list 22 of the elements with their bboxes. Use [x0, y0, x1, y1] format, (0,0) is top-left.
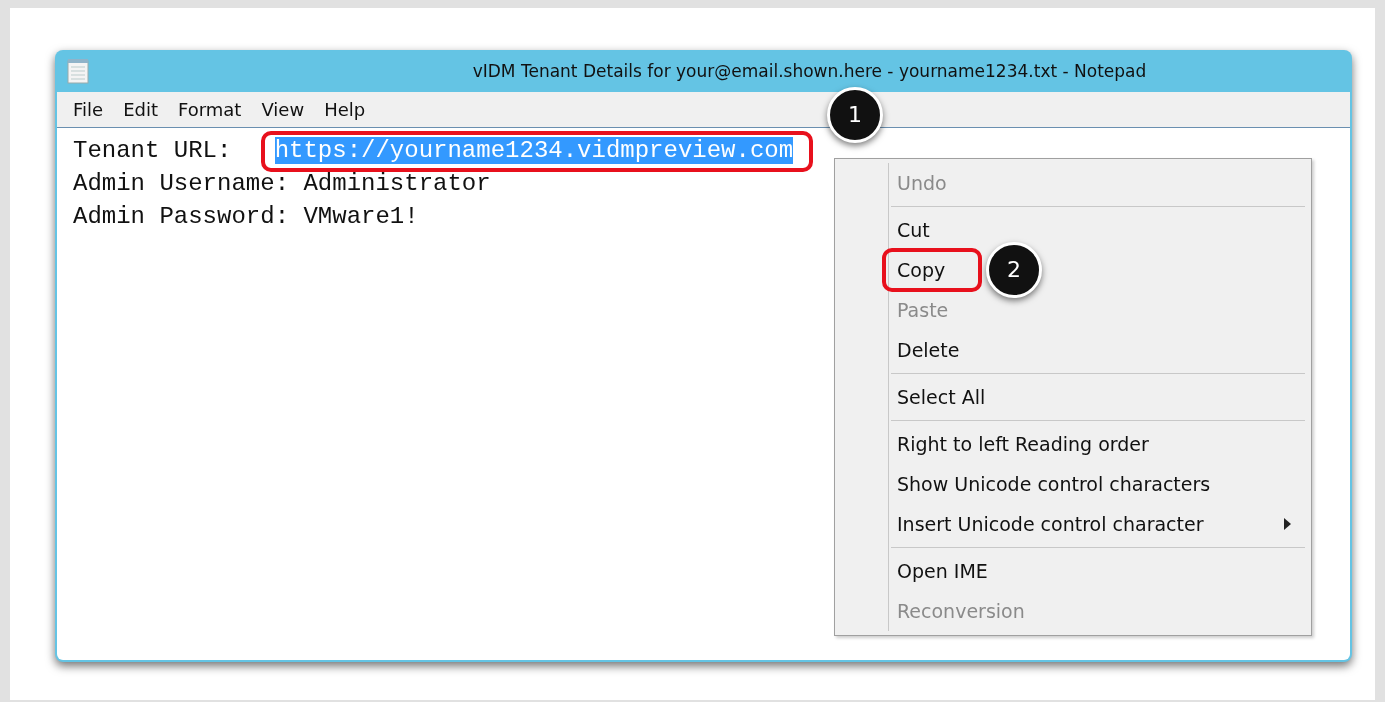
menu-option[interactable]: Right to left Reading order [835, 433, 1149, 455]
field-label: Admin Username: [73, 170, 291, 197]
step-badge: 2 [986, 242, 1042, 298]
menu-option[interactable]: Select All [835, 386, 986, 408]
field-value: VMware1! [303, 203, 419, 230]
menu-option[interactable]: Show Unicode control characters [835, 473, 1211, 495]
menu-item[interactable]: Help [314, 99, 376, 120]
field-value: Administrator [303, 170, 491, 197]
menu-item[interactable]: View [251, 99, 315, 120]
field-label: Tenant URL: [73, 137, 233, 164]
menu-option[interactable]: Insert Unicode control character [835, 513, 1204, 535]
field-label: Admin Password: [73, 203, 291, 230]
menu-item[interactable]: Edit [113, 99, 168, 120]
window-title: vIDM Tenant Details for your@email.shown.here - yourname1234.txt - Notepad [471, 61, 1148, 81]
menu-item[interactable]: File [63, 99, 114, 120]
menu-option[interactable]: Copy [835, 259, 946, 281]
menu-option[interactable]: Open IME [835, 560, 988, 582]
menu-option[interactable]: Cut [835, 219, 930, 241]
field-value: https://yourname1234.vidmpreview.com [274, 137, 794, 164]
menu-option[interactable]: Delete [835, 339, 960, 361]
menu-item[interactable]: Format [168, 99, 252, 120]
notepad-icon [67, 58, 89, 84]
